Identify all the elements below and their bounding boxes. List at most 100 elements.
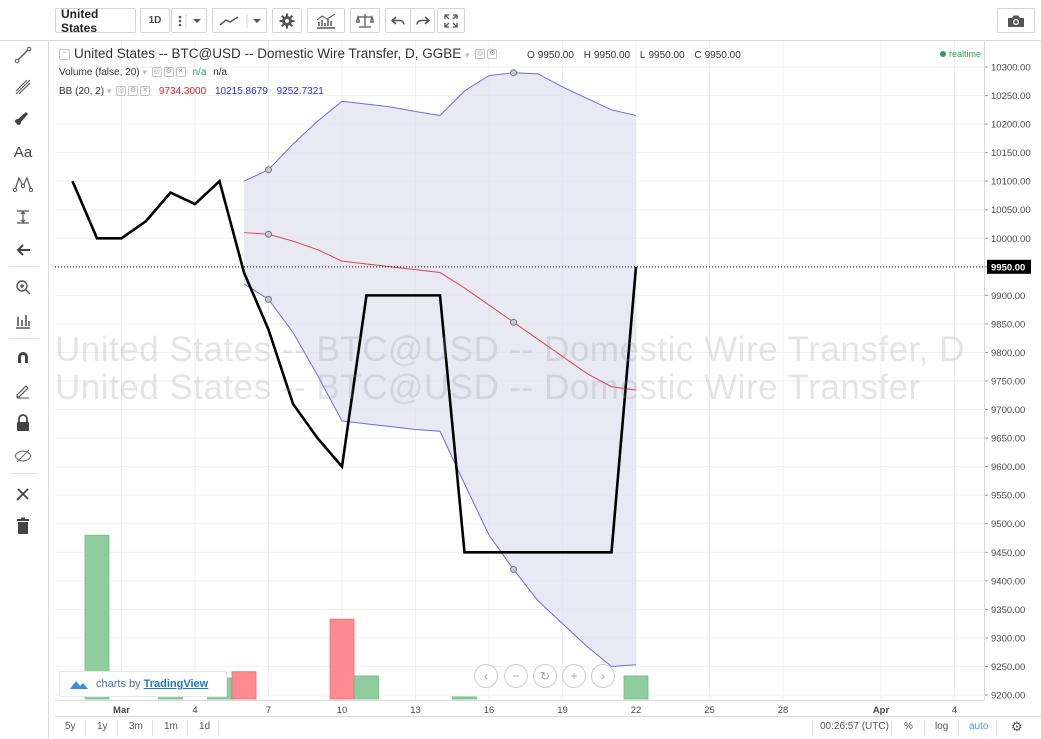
- toolbar-divider: [10, 266, 38, 267]
- log-toggle[interactable]: log: [935, 721, 948, 732]
- divider: [891, 720, 892, 736]
- watermark-line-1: United States -- BTC@USD -- Domestic Wir…: [55, 330, 965, 369]
- left-toolbar: Aa: [0, 0, 49, 739]
- interval-dropdown[interactable]: [171, 8, 207, 33]
- price-tick-label: 9650.00: [991, 434, 1025, 445]
- interval-button[interactable]: 1D: [140, 8, 170, 33]
- bar-chart-icon[interactable]: [8, 308, 38, 334]
- chart-type-button[interactable]: [212, 8, 267, 33]
- status-dot: [940, 51, 946, 57]
- study-volume[interactable]: Volume (false, 20) ▾ ◎ ⚙ ✕ n/a n/a: [59, 67, 227, 78]
- time-tick-label: Mar: [113, 705, 130, 716]
- chart-title: United States -- BTC@USD -- Domestic Wir…: [74, 46, 462, 61]
- range-1d[interactable]: 1d: [199, 721, 210, 732]
- settings-small-icon[interactable]: ⚙: [128, 86, 139, 97]
- price-tick-label: 10100.00: [991, 177, 1031, 188]
- study-volume-value: n/a: [192, 67, 207, 78]
- tradingview-branding[interactable]: charts by TradingView: [59, 671, 227, 697]
- indicators-button[interactable]: [307, 8, 345, 33]
- close-icon[interactable]: ✕: [175, 67, 186, 78]
- close-icon[interactable]: ✕: [140, 86, 151, 97]
- zoom-in-button[interactable]: +: [562, 664, 586, 688]
- tools-icon[interactable]: [8, 481, 38, 507]
- undo-button[interactable]: [385, 8, 410, 33]
- fib-icon[interactable]: [8, 74, 38, 100]
- reset-button[interactable]: ↻: [533, 664, 557, 688]
- bollinger-marker: [510, 69, 517, 77]
- zoom-out-button[interactable]: −: [504, 664, 528, 688]
- bollinger-marker: [265, 166, 272, 174]
- time-tick-label: 28: [778, 705, 789, 716]
- zoom-icon[interactable]: [8, 274, 38, 300]
- redo-icon: [415, 15, 430, 25]
- fullscreen-button[interactable]: [437, 8, 465, 33]
- realtime-status: realtime: [940, 49, 981, 59]
- indicators-icon: [316, 13, 336, 29]
- stay-drawing-icon[interactable]: [8, 378, 38, 404]
- chevron-down-icon[interactable]: ▾: [142, 67, 147, 77]
- redo-button[interactable]: [410, 8, 435, 33]
- settings-small-icon[interactable]: ⚙: [163, 67, 174, 78]
- price-tick-label: 9600.00: [991, 462, 1025, 473]
- time-tick-label: 25: [704, 705, 715, 716]
- price-axis-scale: 9200.00 9250.00 9300.00 9350.00 9400.00 9450.…: [985, 63, 1031, 702]
- price-tick-label: 9900.00: [991, 291, 1025, 302]
- measure-icon[interactable]: [8, 204, 38, 230]
- bollinger-marker: [265, 295, 272, 303]
- ohlc-key: H: [583, 50, 591, 61]
- trash-icon[interactable]: [8, 513, 38, 539]
- range-1m[interactable]: 1m: [164, 721, 178, 732]
- settings-small-icon[interactable]: ⚙: [487, 49, 498, 60]
- volume-bar: [231, 671, 257, 700]
- ohlc-key: O: [527, 50, 535, 61]
- chevron-down-icon[interactable]: ▾: [465, 50, 470, 60]
- eye-icon[interactable]: ◎: [151, 67, 162, 78]
- study-volume-ma: n/a: [213, 67, 228, 78]
- range-1y[interactable]: 1y: [97, 721, 108, 732]
- percent-toggle[interactable]: %: [904, 721, 913, 732]
- text-icon[interactable]: Aa: [8, 139, 38, 165]
- eye-icon[interactable]: ◎: [116, 86, 127, 97]
- toolbar-divider: [10, 338, 38, 339]
- bollinger-marker: [265, 230, 272, 238]
- time-axis-scale: Mar 4 7 10 13 16 19 22 25 28 Apr 4: [113, 705, 957, 716]
- divider: [187, 720, 188, 736]
- range-3m[interactable]: 3m: [129, 721, 143, 732]
- clock[interactable]: 00:26:57 (UTC): [820, 721, 889, 732]
- eye-hidden-icon[interactable]: [8, 443, 38, 469]
- realtime-label: realtime: [949, 49, 982, 59]
- bottom-toolbar: 5y 1y 3m 1m 1d 00:26:57 (UTC) % log auto…: [55, 716, 1041, 739]
- brush-icon[interactable]: [8, 106, 38, 132]
- collapse-icon[interactable]: −: [59, 48, 70, 60]
- trend-line-icon[interactable]: [8, 42, 38, 68]
- symbol-search[interactable]: United States: [55, 7, 136, 35]
- price-tick-label: 10050.00: [991, 205, 1031, 216]
- time-tick-label: 4: [192, 705, 197, 716]
- scroll-left-button[interactable]: ‹: [474, 664, 498, 688]
- divider: [812, 720, 813, 736]
- compare-button[interactable]: [350, 8, 380, 33]
- auto-toggle[interactable]: auto: [969, 721, 988, 732]
- magnet-icon[interactable]: [8, 345, 38, 371]
- eye-icon[interactable]: ◎: [475, 49, 486, 60]
- scroll-right-button[interactable]: ›: [591, 664, 615, 688]
- chevron-down-icon[interactable]: ▾: [107, 86, 112, 96]
- study-bollinger[interactable]: BB (20, 2) ▾ ◎ ⚙ ✕ 9734.3000 10215.8679 92…: [59, 86, 324, 97]
- price-axis[interactable]: 9200.00 9250.00 9300.00 9350.00 9400.00 9450.…: [984, 41, 1035, 702]
- gear-icon[interactable]: ⚙: [1011, 719, 1023, 735]
- settings-button[interactable]: [272, 8, 302, 33]
- pattern-icon[interactable]: [8, 171, 38, 197]
- time-tick-label: Apr: [873, 705, 890, 716]
- cloud-logo-icon: [70, 681, 88, 689]
- fullscreen-icon: [444, 13, 458, 28]
- watermark-line-2: United States -- BTC@USD -- Domestic Wir…: [55, 368, 921, 407]
- time-axis[interactable]: Mar 4 7 10 13 16 19 22 25 28 Apr 4: [55, 700, 984, 716]
- lock-icon[interactable]: [8, 410, 38, 436]
- range-5y[interactable]: 5y: [65, 721, 76, 732]
- chart-legend[interactable]: − United States -- BTC@USD -- Domestic Wi…: [59, 46, 498, 61]
- arrow-left-icon[interactable]: [8, 237, 38, 263]
- snapshot-button[interactable]: [997, 8, 1035, 33]
- branding-link[interactable]: TradingView: [144, 678, 209, 690]
- time-tick-label: 10: [337, 705, 348, 716]
- bollinger-marker: [510, 565, 517, 573]
